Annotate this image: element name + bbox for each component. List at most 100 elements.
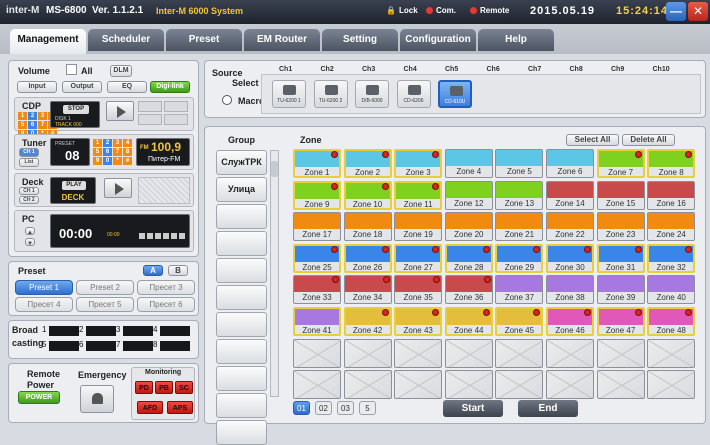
keypad-key[interactable]: 9: [93, 157, 102, 165]
cdp-transport-button[interactable]: [138, 101, 162, 112]
output-button[interactable]: Output: [62, 81, 102, 93]
pc-down-button[interactable]: ▼: [25, 238, 35, 247]
group-item-6[interactable]: [216, 285, 267, 310]
keypad-key[interactable]: 5: [18, 121, 27, 129]
pc-transport-button[interactable]: [147, 233, 153, 239]
keypad-key[interactable]: 4: [123, 139, 132, 147]
monitoring-pd-button[interactable]: PD: [135, 381, 153, 394]
broadcast-slot[interactable]: [123, 341, 153, 351]
pc-transport-button[interactable]: [155, 233, 161, 239]
zone-tile[interactable]: Zone 3: [394, 149, 443, 178]
group-item-9[interactable]: [216, 366, 267, 391]
zone-tile[interactable]: Zone 47: [596, 307, 645, 336]
tab-em-router[interactable]: EM Router: [244, 29, 320, 51]
zone-tile[interactable]: Zone 29: [495, 243, 544, 273]
monitoring-pb-button[interactable]: PB: [155, 381, 173, 394]
zone-tile[interactable]: Zone 43: [394, 307, 443, 336]
zone-tile[interactable]: Zone 46: [546, 307, 594, 336]
page-button-1[interactable]: 01: [293, 401, 310, 415]
tuner-ch1-button[interactable]: CH 1: [19, 148, 39, 157]
start-button[interactable]: Start: [443, 400, 503, 417]
cdp-play-button[interactable]: [106, 101, 134, 121]
end-button[interactable]: End: [518, 400, 578, 417]
cdp-transport-button[interactable]: [164, 101, 188, 112]
zone-tile[interactable]: Zone 18: [343, 212, 392, 242]
zone-tile[interactable]: Zone 19: [394, 212, 443, 242]
zone-tile[interactable]: Zone 41: [293, 307, 341, 336]
pc-up-button[interactable]: ▲: [25, 227, 35, 236]
zone-tile[interactable]: Zone 35: [394, 275, 443, 305]
preset-button-2[interactable]: Preset 2: [76, 280, 134, 295]
group-item-5[interactable]: [216, 258, 267, 283]
keypad-key[interactable]: 1: [18, 112, 27, 120]
group-item-10[interactable]: [216, 393, 267, 418]
preset-button-3[interactable]: Пресет 3: [137, 280, 195, 295]
broadcast-slot[interactable]: [160, 326, 190, 336]
keypad-key[interactable]: 7: [38, 121, 47, 129]
tab-help[interactable]: Help: [478, 29, 554, 51]
page-button-4[interactable]: 5: [359, 401, 376, 415]
zone-tile[interactable]: Zone 45: [495, 307, 544, 336]
zone-tile[interactable]: Zone 28: [444, 243, 493, 273]
input-button[interactable]: Input: [17, 81, 57, 93]
zone-tile[interactable]: Zone 1: [293, 149, 341, 178]
zone-tile[interactable]: Zone 21: [495, 212, 544, 242]
zone-tile[interactable]: Zone 10: [343, 180, 392, 210]
zone-tile[interactable]: Zone 36: [444, 275, 493, 305]
select-all-button[interactable]: Select All: [566, 134, 619, 146]
preset-button-5[interactable]: Пресет 5: [76, 297, 134, 312]
zone-tile[interactable]: Zone 44: [444, 307, 493, 336]
keypad-key[interactable]: 2: [103, 139, 112, 147]
preset-button-1[interactable]: Preset 1: [15, 280, 73, 295]
source-device-5[interactable]: CD-610U: [438, 80, 472, 108]
delete-all-button[interactable]: Delete All: [622, 134, 675, 146]
preset-bank-b-button[interactable]: B: [168, 265, 188, 276]
broadcast-slot[interactable]: [49, 341, 79, 351]
pc-transport-button[interactable]: [163, 233, 169, 239]
keypad-key[interactable]: 3: [38, 112, 47, 120]
zone-tile[interactable]: Zone 33: [293, 275, 341, 305]
group-scroll-thumb[interactable]: [271, 161, 278, 177]
broadcast-slot[interactable]: [86, 326, 116, 336]
preset-button-6[interactable]: Пресет 6: [137, 297, 195, 312]
macro-radio[interactable]: [222, 95, 232, 105]
deck-ch2-button[interactable]: CH 2: [19, 196, 39, 204]
keypad-key[interactable]: 7: [113, 148, 122, 156]
zone-tile[interactable]: Zone 11: [394, 180, 443, 210]
broadcast-slot[interactable]: [86, 341, 116, 351]
zone-tile[interactable]: Zone 26: [343, 243, 392, 273]
zone-tile[interactable]: Zone 39: [596, 275, 645, 305]
zone-tile[interactable]: Zone 23: [596, 212, 645, 242]
zone-tile[interactable]: Zone 14: [546, 180, 594, 210]
dlm-button[interactable]: DLM: [110, 65, 132, 77]
monitoring-afd-button[interactable]: AFD: [137, 401, 163, 414]
broadcast-slot[interactable]: [123, 326, 153, 336]
zone-tile[interactable]: Zone 16: [647, 180, 696, 210]
preset-button-4[interactable]: Пресет 4: [15, 297, 73, 312]
pc-transport-button[interactable]: [179, 233, 185, 239]
cdp-transport-button[interactable]: [164, 114, 188, 125]
group-item-7[interactable]: [216, 312, 267, 337]
zone-tile[interactable]: Zone 34: [343, 275, 392, 305]
keypad-key[interactable]: #: [123, 157, 132, 165]
zone-tile[interactable]: Zone 25: [293, 243, 341, 273]
zone-tile[interactable]: Zone 12: [444, 180, 493, 210]
zone-tile[interactable]: Zone 4: [444, 149, 493, 178]
group-item-3[interactable]: [216, 204, 267, 229]
tab-setting[interactable]: Setting: [322, 29, 398, 51]
zone-tile[interactable]: Zone 48: [647, 307, 696, 336]
zone-tile[interactable]: Zone 2: [343, 149, 392, 178]
keypad-key[interactable]: 5: [93, 148, 102, 156]
remote-power-button[interactable]: POWER: [18, 391, 60, 404]
group-item-11[interactable]: [216, 420, 267, 445]
zone-tile[interactable]: Zone 6: [546, 149, 594, 178]
tab-management[interactable]: Management: [10, 29, 86, 54]
tab-preset[interactable]: Preset: [166, 29, 242, 51]
zone-tile[interactable]: Zone 8: [647, 149, 696, 178]
tab-scheduler[interactable]: Scheduler: [88, 29, 164, 51]
zone-tile[interactable]: Zone 42: [343, 307, 392, 336]
minimize-button[interactable]: —: [666, 2, 686, 21]
zone-tile[interactable]: Zone 24: [647, 212, 696, 242]
zone-tile[interactable]: Zone 17: [293, 212, 341, 242]
keypad-key[interactable]: 6: [103, 148, 112, 156]
